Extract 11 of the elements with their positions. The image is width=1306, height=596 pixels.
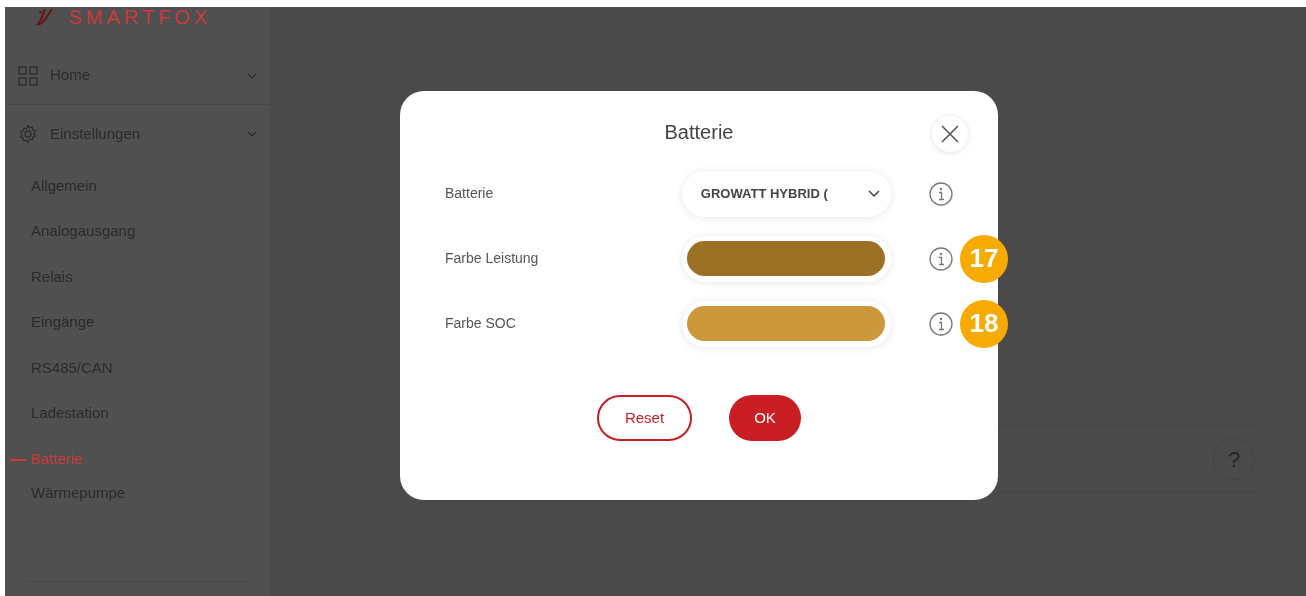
annotation-badge: 18 [960,299,1008,348]
annotation-badge: 17 [960,234,1008,283]
dialog-title: Batterie [664,120,734,145]
field-label: Farbe Leistung [445,249,540,268]
field-label: Batterie [445,184,495,203]
logo-text: SMARTFOX [69,7,212,27]
field-label: Farbe SOC [445,314,517,333]
reset-button[interactable]: Reset [597,395,692,441]
battery-select[interactable]: GROWATT HYBRID ( [681,170,891,217]
sidebar-item[interactable]: Batterie [5,436,270,482]
ok-button[interactable]: OK [729,395,801,441]
